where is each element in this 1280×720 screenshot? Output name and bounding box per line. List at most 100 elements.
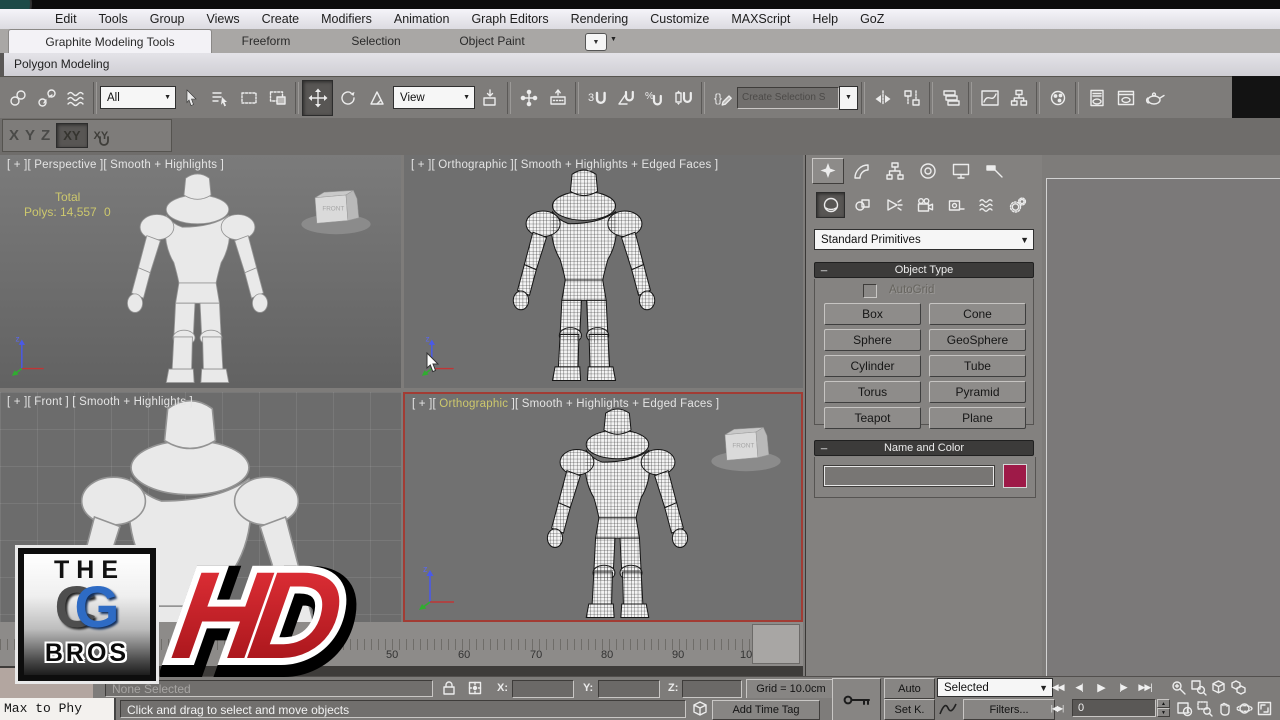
key-filter-dropdown[interactable]: Selected ▼ <box>937 678 1053 697</box>
time-slider-end-block[interactable] <box>752 624 800 664</box>
menu-help[interactable]: Help <box>801 12 849 26</box>
auto-key-button[interactable]: Auto <box>884 678 935 699</box>
subtab-helpers[interactable] <box>942 193 969 217</box>
mirror-icon[interactable] <box>868 81 897 115</box>
object-name-field[interactable] <box>823 465 995 487</box>
tab-create[interactable] <box>812 158 844 184</box>
menu-create[interactable]: Create <box>251 12 311 26</box>
curve-editor-icon[interactable] <box>975 81 1004 115</box>
axis-constraint-x-button[interactable]: X <box>9 127 19 144</box>
select-and-scale-icon[interactable] <box>362 81 391 115</box>
previous-frame-button[interactable]: ◀| <box>1068 678 1090 697</box>
ribbon-tab-graphite-modeling-tools[interactable]: Graphite Modeling Tools <box>8 29 212 54</box>
spinner-down-icon[interactable]: ▼ <box>1157 708 1170 717</box>
zoom-region-icon[interactable] <box>1194 699 1214 718</box>
key-filters-button[interactable]: Filters... <box>963 699 1055 720</box>
select-and-manipulate-icon[interactable] <box>514 81 543 115</box>
subtab-space-warps[interactable] <box>973 193 1000 217</box>
set-keys-button[interactable] <box>832 678 881 720</box>
key-mode-toggle-button[interactable]: |◀▶| <box>1046 699 1068 718</box>
axis-constraint-xy-button[interactable]: XY <box>56 123 88 148</box>
go-to-start-button[interactable]: |◀◀ <box>1046 678 1068 697</box>
menu-tools[interactable]: Tools <box>88 12 139 26</box>
box-button[interactable]: Box <box>824 303 921 325</box>
pyramid-button[interactable]: Pyramid <box>929 381 1026 403</box>
default-in-out-tangent-icon[interactable] <box>938 699 958 720</box>
viewport-perspective[interactable]: [ + ][ Perspective ][ Smooth + Highlight… <box>0 155 401 388</box>
spinner-up-icon[interactable]: ▲ <box>1157 699 1170 708</box>
menu-maxscript[interactable]: MAXScript <box>720 12 801 26</box>
viewport-orthographic-active[interactable]: [ + ][ Orthographic ][ Smooth + Highligh… <box>403 392 803 622</box>
menu-rendering[interactable]: Rendering <box>560 12 640 26</box>
ribbon-overflow-button[interactable]: ▼ <box>585 33 607 51</box>
isolate-selection-cube-icon[interactable] <box>691 700 709 720</box>
z-coordinate-field[interactable] <box>682 680 742 698</box>
ribbon-tab-object-paint[interactable]: Object Paint <box>438 29 546 53</box>
render-setup-icon[interactable] <box>1082 81 1111 115</box>
y-coordinate-field[interactable] <box>598 680 660 698</box>
set-key-mode-button[interactable]: Set K. <box>884 699 935 720</box>
object-type-rollout-header[interactable]: _ Object Type <box>814 260 1034 278</box>
selection-filter-dropdown[interactable]: All ▼ <box>100 86 176 109</box>
background-taskbar-window[interactable]: Max to Phy <box>0 698 116 720</box>
subtab-shapes[interactable] <box>849 193 876 217</box>
subtab-geometry[interactable] <box>816 192 845 218</box>
ribbon-tab-freeform[interactable]: Freeform <box>218 29 314 53</box>
grid-setting-display[interactable]: Grid = 10.0cm <box>746 679 836 699</box>
select-and-move-icon[interactable] <box>302 79 333 116</box>
layer-manager-icon[interactable] <box>936 81 965 115</box>
axis-constraint-y-button[interactable]: Y <box>25 127 35 144</box>
select-object-icon[interactable] <box>176 81 205 115</box>
render-production-icon[interactable] <box>1140 81 1169 115</box>
select-and-rotate-icon[interactable] <box>333 81 362 115</box>
viewport-label[interactable]: [ + ][ Front ] [ Smooth + Highlights ] <box>7 396 193 408</box>
sphere-button[interactable]: Sphere <box>824 329 921 351</box>
menu-edit[interactable]: Edit <box>44 12 88 26</box>
autogrid-checkbox[interactable] <box>863 284 877 298</box>
current-frame-field[interactable]: 0 <box>1072 699 1156 717</box>
menu-animation[interactable]: Animation <box>383 12 461 26</box>
x-coordinate-field[interactable] <box>512 680 574 698</box>
snaps-toggle-icon[interactable]: 3 <box>582 81 611 115</box>
time-configuration-icon[interactable] <box>1174 699 1194 718</box>
play-button[interactable]: ▶ <box>1090 678 1112 697</box>
plane-button[interactable]: Plane <box>929 407 1026 429</box>
panel-tab-polygon-modeling[interactable]: Polygon Modeling <box>14 57 109 71</box>
menu-goz[interactable]: GoZ <box>849 12 895 26</box>
reference-coordinate-system-dropdown[interactable]: View ▼ <box>393 86 475 109</box>
axis-constraint-xy-snap-button[interactable]: XY <box>94 130 109 146</box>
menu-group[interactable]: Group <box>139 12 196 26</box>
rectangular-selection-region-icon[interactable] <box>234 81 263 115</box>
subtab-systems[interactable] <box>1004 193 1031 217</box>
maximize-viewport-toggle-icon[interactable] <box>1254 699 1274 718</box>
tab-modify[interactable] <box>847 159 877 183</box>
select-and-link-icon[interactable] <box>3 81 32 115</box>
viewport-label[interactable]: [ + ][ Orthographic ][ Smooth + Highligh… <box>411 159 718 171</box>
rendered-frame-window-icon[interactable] <box>1111 81 1140 115</box>
viewport-label[interactable]: [ + ][ Orthographic ][ Smooth + Highligh… <box>412 398 719 410</box>
go-to-end-button[interactable]: ▶▶| <box>1134 678 1156 697</box>
edit-named-selection-sets-icon[interactable]: {} <box>708 81 737 115</box>
collapse-icon[interactable]: _ <box>821 438 827 450</box>
name-color-rollout-header[interactable]: _ Name and Color <box>814 438 1034 456</box>
chevron-down-icon[interactable]: ▼ <box>839 85 858 110</box>
unlink-selection-icon[interactable] <box>32 81 61 115</box>
pan-hand-icon[interactable] <box>1214 699 1234 718</box>
tab-hierarchy[interactable] <box>880 159 910 183</box>
zoom-extents-all-icon[interactable] <box>1228 678 1248 697</box>
align-icon[interactable] <box>897 81 926 115</box>
select-by-name-icon[interactable] <box>205 81 234 115</box>
torus-button[interactable]: Torus <box>824 381 921 403</box>
keyboard-shortcut-override-icon[interactable] <box>543 81 572 115</box>
zoom-extents-icon[interactable] <box>1208 678 1228 697</box>
tube-button[interactable]: Tube <box>929 355 1026 377</box>
menu-views[interactable]: Views <box>195 12 250 26</box>
geosphere-button[interactable]: GeoSphere <box>929 329 1026 351</box>
menu-graph-editors[interactable]: Graph Editors <box>460 12 559 26</box>
axis-constraint-z-button[interactable]: Z <box>41 127 50 144</box>
tab-display[interactable] <box>946 159 976 183</box>
orbit-icon[interactable] <box>1234 699 1254 718</box>
subtab-lights[interactable] <box>880 193 907 217</box>
frame-spinner[interactable]: ▲ ▼ <box>1157 699 1170 717</box>
window-crossing-icon[interactable] <box>263 81 292 115</box>
